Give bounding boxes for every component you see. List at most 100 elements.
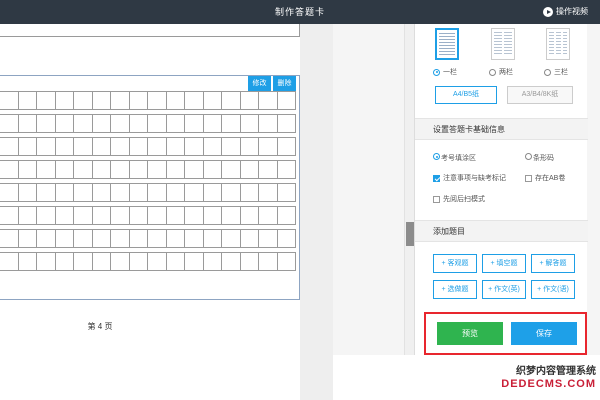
grid-cell — [204, 138, 222, 155]
layout-radio-two[interactable]: 两栏 — [489, 67, 513, 77]
grid-cell — [56, 253, 74, 270]
grid-cell — [167, 207, 185, 224]
one-column-layout-icon[interactable] — [435, 28, 459, 60]
help-video-link[interactable]: 操作视频 — [543, 5, 588, 19]
writing-grid-section[interactable]: 修改 删除 — [0, 75, 300, 300]
add-english-essay-button[interactable]: + 作文(英) — [482, 280, 526, 299]
layout-radio-three[interactable]: 三栏 — [544, 67, 568, 77]
grid-cell — [37, 253, 56, 270]
grid-cell — [167, 115, 185, 132]
two-column-layout-icon[interactable] — [491, 28, 515, 60]
grid-cell — [74, 92, 93, 109]
grid-row — [0, 160, 296, 179]
grid-cell — [278, 253, 296, 270]
previous-section-border — [0, 36, 300, 37]
ab-paper-checkbox[interactable]: 存在AB卷 — [525, 173, 565, 183]
grid-cell — [111, 230, 130, 247]
writing-grid — [0, 91, 296, 275]
grid-cell — [93, 161, 111, 178]
grid-cell — [19, 230, 37, 247]
add-chinese-essay-button[interactable]: + 作文(语) — [531, 280, 575, 299]
grid-cell — [74, 253, 93, 270]
scan-first-checkbox[interactable]: 先阅后扫模式 — [433, 194, 485, 204]
add-elective-button[interactable]: + 选做题 — [433, 280, 477, 299]
grid-cell — [204, 207, 222, 224]
grid-cell — [185, 115, 204, 132]
grid-cell — [278, 115, 296, 132]
grid-cell — [204, 184, 222, 201]
grid-cell — [278, 161, 296, 178]
grid-cell — [185, 138, 204, 155]
canvas-scrollbar[interactable] — [404, 24, 414, 355]
grid-cell — [0, 184, 19, 201]
add-objective-button[interactable]: + 客观题 — [433, 254, 477, 273]
play-icon — [543, 7, 553, 17]
help-video-label: 操作视频 — [556, 7, 588, 16]
grid-cell — [93, 253, 111, 270]
grid-cell — [19, 184, 37, 201]
barcode-radio[interactable]: 条形码 — [525, 153, 554, 163]
layout-radio-one[interactable]: 一栏 — [433, 67, 457, 77]
grid-cell — [19, 253, 37, 270]
notes-absent-checkbox[interactable]: 注意事项与缺考标记 — [433, 173, 506, 183]
grid-cell — [278, 184, 296, 201]
exam-no-fill-label: 考号填涂区 — [441, 155, 476, 162]
grid-cell — [167, 161, 185, 178]
grid-cell — [241, 184, 259, 201]
grid-cell — [241, 92, 259, 109]
radio-icon — [525, 153, 532, 160]
grid-row — [0, 206, 296, 225]
delete-section-button[interactable]: 删除 — [273, 76, 296, 91]
grid-cell — [185, 253, 204, 270]
layout-radio-label: 三栏 — [554, 69, 568, 76]
paper-size-a3-button[interactable]: A3/B4/8K纸 — [507, 86, 573, 104]
grid-cell — [111, 138, 130, 155]
watermark-line2: DEDECMS.COM — [501, 378, 596, 390]
grid-cell — [259, 207, 278, 224]
grid-cell — [111, 207, 130, 224]
radio-icon — [544, 68, 551, 76]
radio-icon — [489, 68, 496, 76]
edit-section-button[interactable]: 修改 — [248, 76, 271, 91]
grid-cell — [148, 230, 167, 247]
layout-radio-label: 一栏 — [443, 69, 457, 76]
grid-cell — [241, 138, 259, 155]
grid-cell — [74, 207, 93, 224]
grid-cell — [222, 230, 241, 247]
grid-cell — [222, 138, 241, 155]
window-title: 制作答题卡 — [274, 7, 325, 17]
grid-cell — [74, 161, 93, 178]
preview-button[interactable]: 预览 — [437, 322, 503, 345]
grid-cell — [148, 161, 167, 178]
grid-cell — [0, 161, 19, 178]
grid-cell — [111, 115, 130, 132]
grid-cell — [222, 92, 241, 109]
scrollbar-thumb[interactable] — [406, 222, 414, 246]
grid-cell — [93, 115, 111, 132]
grid-cell — [204, 230, 222, 247]
scan-first-label: 先阅后扫模式 — [443, 196, 485, 203]
ab-paper-label: 存在AB卷 — [535, 175, 566, 182]
grid-cell — [56, 184, 74, 201]
grid-cell — [167, 92, 185, 109]
grid-cell — [19, 138, 37, 155]
grid-cell — [37, 161, 56, 178]
grid-cell — [0, 138, 19, 155]
grid-cell — [93, 230, 111, 247]
grid-cell — [278, 138, 296, 155]
paper-size-a4-button[interactable]: A4/B5纸 — [435, 86, 497, 104]
grid-cell — [130, 161, 148, 178]
grid-cell — [259, 92, 278, 109]
add-free-response-button[interactable]: + 解答题 — [531, 254, 575, 273]
grid-cell — [37, 115, 56, 132]
grid-cell — [148, 115, 167, 132]
exam-no-fill-radio[interactable]: 考号填涂区 — [433, 153, 476, 163]
grid-cell — [19, 92, 37, 109]
grid-cell — [185, 207, 204, 224]
save-button[interactable]: 保存 — [511, 322, 577, 345]
three-column-layout-icon[interactable] — [546, 28, 570, 60]
grid-cell — [241, 115, 259, 132]
grid-cell — [56, 207, 74, 224]
add-fill-blank-button[interactable]: + 填空题 — [482, 254, 526, 273]
canvas-gutter — [300, 24, 333, 400]
